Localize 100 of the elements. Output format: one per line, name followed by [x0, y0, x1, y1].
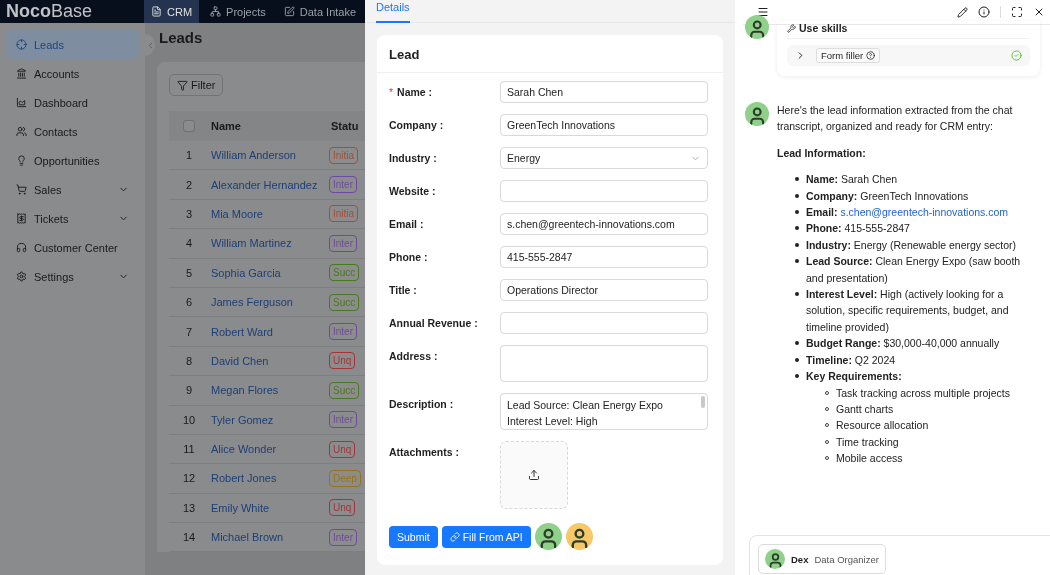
sidebar-item[interactable]: Settings [6, 262, 139, 291]
textarea-field[interactable]: Lead Source: Clean Energy Expo Interest Level: High [500, 393, 708, 430]
field-label: Attachments : [389, 445, 460, 458]
status-tag: Succ [329, 264, 360, 282]
status-tag: Inter [329, 323, 357, 341]
list-item: Industry: Energy (Renewable energy sector) [806, 237, 1017, 253]
name-link[interactable]: Sophia Garcia [209, 266, 329, 279]
row-number: 13 [181, 501, 197, 514]
fill-from-api-button[interactable]: Fill From API [441, 525, 531, 548]
sidebar-item[interactable]: Opportunities [6, 146, 139, 175]
fullscreen-icon[interactable] [1011, 6, 1023, 18]
submit-button[interactable]: Submit [389, 525, 438, 548]
list-item: Resource allocation [836, 418, 929, 434]
status-tag: Unq [329, 352, 356, 370]
name-link[interactable]: Michael Brown [209, 531, 329, 544]
sidebar-item[interactable]: Sales [6, 175, 139, 204]
row-number: 1 [184, 149, 194, 162]
input-field[interactable] [500, 312, 708, 334]
name-link[interactable]: Alexander Hernandez [209, 178, 329, 191]
list-item: Task tracking across multiple projects [836, 385, 1010, 401]
bullet-dot [795, 193, 799, 198]
status-tag: Initia [329, 205, 359, 223]
menu-icon[interactable] [757, 6, 769, 18]
info-icon[interactable] [978, 6, 990, 18]
status-tag: Unq [329, 499, 356, 517]
top-menu-item[interactable]: Projects [203, 0, 273, 23]
name-link[interactable]: James Ferguson [209, 296, 329, 309]
name-link[interactable]: Robert Ward [209, 325, 329, 338]
chat-input-area[interactable]: Dex Data Organizer [749, 535, 1050, 575]
input-field[interactable]: Operations Director [500, 279, 708, 301]
headphones-icon [16, 242, 27, 253]
list-item: Interest Level: High (actively looking for a solution, specific requirements, budget, and timeline provided) [806, 287, 1010, 335]
filter-button[interactable]: Filter [169, 74, 224, 96]
input-field[interactable]: s.chen@greentech-innovations.com [500, 213, 708, 235]
top-menu-item[interactable]: Data Intake [276, 0, 364, 23]
list-item: Gantt charts [836, 401, 894, 417]
tab[interactable]: Details [376, 0, 410, 23]
wrench-icon [787, 23, 796, 33]
name-link[interactable]: Alice Wonder [209, 443, 329, 456]
status-tag: Inter [329, 411, 357, 429]
sidebar-item[interactable]: Contacts [6, 117, 139, 146]
sidebar-item[interactable]: Customer Center [6, 233, 139, 262]
name-link[interactable]: David Chen [209, 354, 329, 367]
name-link[interactable]: William Anderson [209, 149, 329, 162]
row-number: 11 [182, 443, 196, 456]
agent-chip[interactable]: Dex Data Organizer [758, 544, 886, 574]
status-tag: Unq [329, 440, 356, 458]
name-link[interactable]: William Martinez [209, 237, 329, 250]
bullet-dot [795, 341, 799, 346]
input-field[interactable] [500, 180, 708, 202]
logo: NocoBase [6, 1, 94, 22]
row-number: 2 [184, 178, 194, 191]
edit-icon [283, 6, 295, 17]
input-field[interactable]: GreenTech Innovations [500, 114, 708, 136]
field-label: Phone : [389, 250, 429, 263]
people-icon [16, 126, 27, 137]
select-all-checkbox[interactable] [183, 120, 195, 132]
sidebar-item[interactable]: Accounts [6, 59, 139, 88]
name-link[interactable]: Mia Moore [209, 207, 329, 220]
list-item-label: Email: [806, 206, 838, 219]
email-link[interactable]: s.chen@greentech-innovations.com [840, 206, 1009, 219]
edit-icon[interactable] [957, 6, 968, 18]
sidebar-item[interactable]: Dashboard [6, 88, 139, 117]
page-title: Leads [159, 29, 203, 46]
name-link[interactable]: Megan Flores [209, 384, 329, 397]
sidebar-item[interactable]: Leads [6, 30, 139, 59]
select-field[interactable]: Energy [500, 147, 708, 169]
close-icon[interactable] [1033, 6, 1045, 18]
skill-row[interactable]: Form filler [787, 45, 1030, 66]
row-number: 14 [181, 531, 197, 544]
field-label: Company : [389, 118, 445, 131]
name-link[interactable]: Tyler Gomez [209, 413, 329, 426]
bank-icon [16, 68, 27, 79]
sidebar-item[interactable]: Tickets [6, 204, 139, 233]
list-item: Key Requirements: [806, 369, 902, 385]
card-title: Lead [377, 35, 723, 73]
input-field[interactable]: Sarah Chen [500, 81, 708, 103]
hierarchy-icon [210, 6, 222, 17]
name-link[interactable]: Emily White [209, 501, 329, 514]
status-tag: Deep [329, 470, 361, 487]
message-heading: Lead Information: [777, 145, 867, 161]
field-label: Website : [389, 184, 437, 197]
status-tag: Succ [329, 293, 360, 311]
bullet-dot [795, 177, 799, 182]
top-menu-item[interactable]: CRM [144, 0, 200, 23]
field-label: Title : [389, 283, 418, 296]
bullet-dot [795, 210, 799, 215]
agent-role: Data Organizer [814, 553, 879, 565]
help-icon[interactable] [866, 51, 876, 60]
bullet-dot [795, 357, 799, 362]
list-item: Company: GreenTech Innovations [806, 188, 969, 204]
textarea-field[interactable] [500, 345, 708, 382]
list-item: Time tracking [836, 434, 899, 450]
input-field[interactable]: 415-555-2847 [500, 246, 708, 268]
row-number: 3 [184, 207, 194, 220]
field-label: Annual Revenue : [389, 316, 479, 329]
avatar [565, 523, 593, 550]
agent-avatar [745, 102, 769, 126]
field-label: Address : [389, 349, 439, 362]
name-link[interactable]: Robert Jones [209, 472, 329, 485]
